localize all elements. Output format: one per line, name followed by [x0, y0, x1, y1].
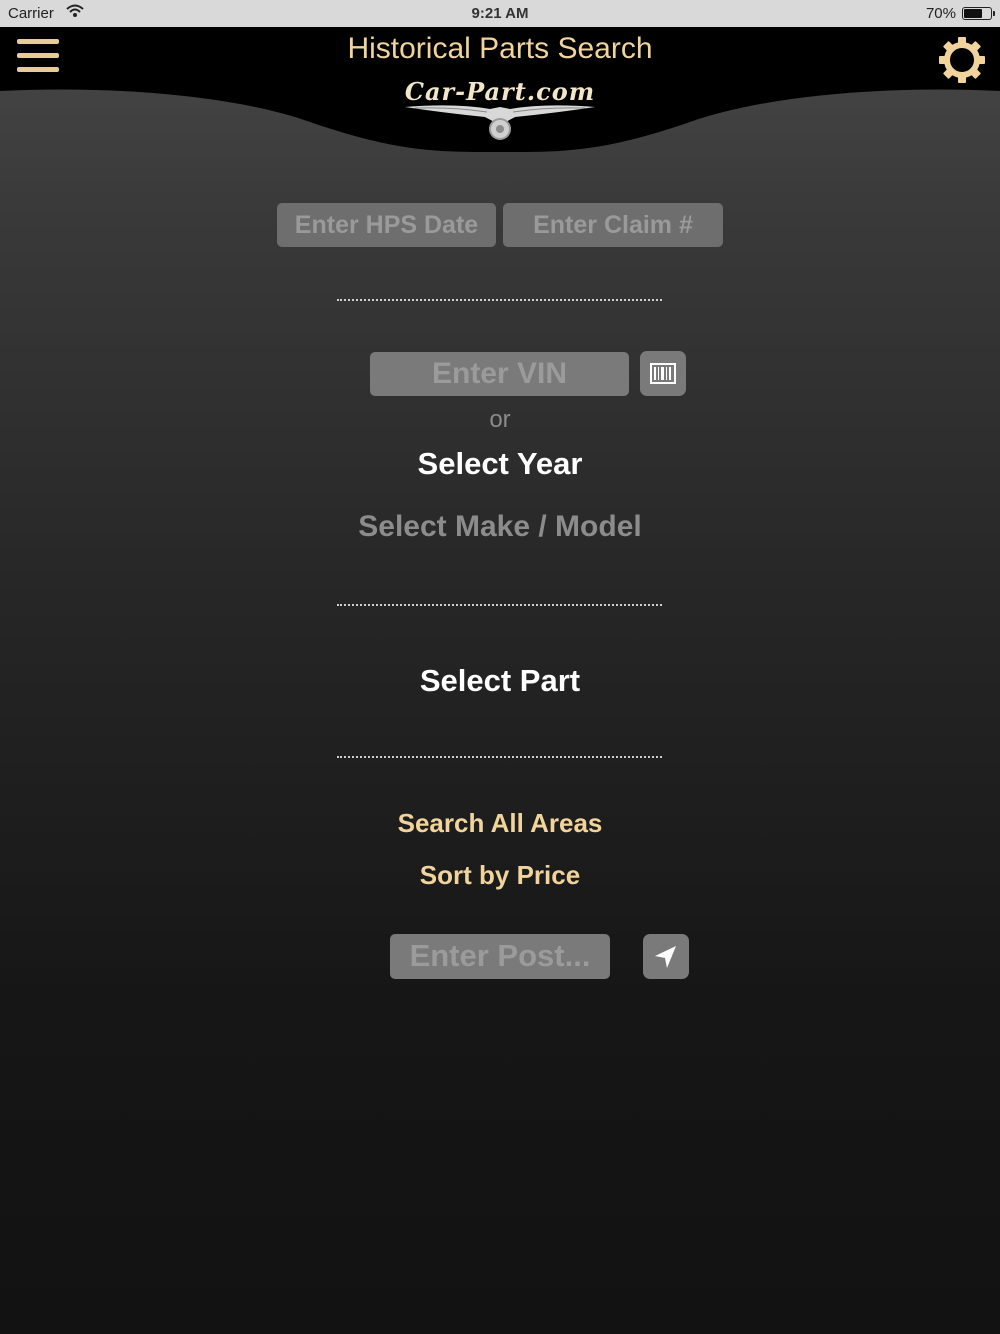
barcode-icon	[650, 363, 676, 384]
or-label: or	[489, 406, 511, 433]
status-bar: Carrier 9:21 AM 70%	[0, 0, 1000, 27]
settings-button[interactable]	[937, 35, 987, 85]
current-location-button[interactable]	[643, 934, 689, 979]
select-part-button[interactable]: Select Part	[0, 663, 1000, 699]
vin-field[interactable]: Enter VIN	[370, 352, 629, 396]
search-areas-button[interactable]: Search All Areas	[0, 808, 1000, 839]
app-header: Historical Parts Search Car-Part.com	[0, 27, 1000, 157]
divider	[337, 299, 662, 301]
battery-icon	[962, 7, 995, 20]
logo-text: Car-Part.com	[404, 77, 596, 106]
sort-by-button[interactable]: Sort by Price	[0, 860, 1000, 891]
select-year-button[interactable]: Select Year	[0, 446, 1000, 482]
clock: 9:21 AM	[471, 5, 529, 22]
barcode-scan-button[interactable]	[640, 351, 686, 396]
select-make-model-button[interactable]: Select Make / Model	[0, 510, 1000, 544]
postal-code-field[interactable]: Enter Post...	[390, 934, 610, 979]
divider	[337, 756, 662, 758]
page-title: Historical Parts Search	[347, 32, 653, 65]
claim-number-field[interactable]: Enter Claim #	[503, 203, 723, 247]
location-arrow-icon	[655, 946, 676, 968]
battery-percent: 70%	[925, 5, 956, 22]
hps-date-field[interactable]: Enter HPS Date	[277, 203, 496, 247]
divider	[337, 604, 662, 606]
car-part-logo: Car-Part.com	[395, 77, 605, 149]
gear-icon	[939, 37, 985, 83]
